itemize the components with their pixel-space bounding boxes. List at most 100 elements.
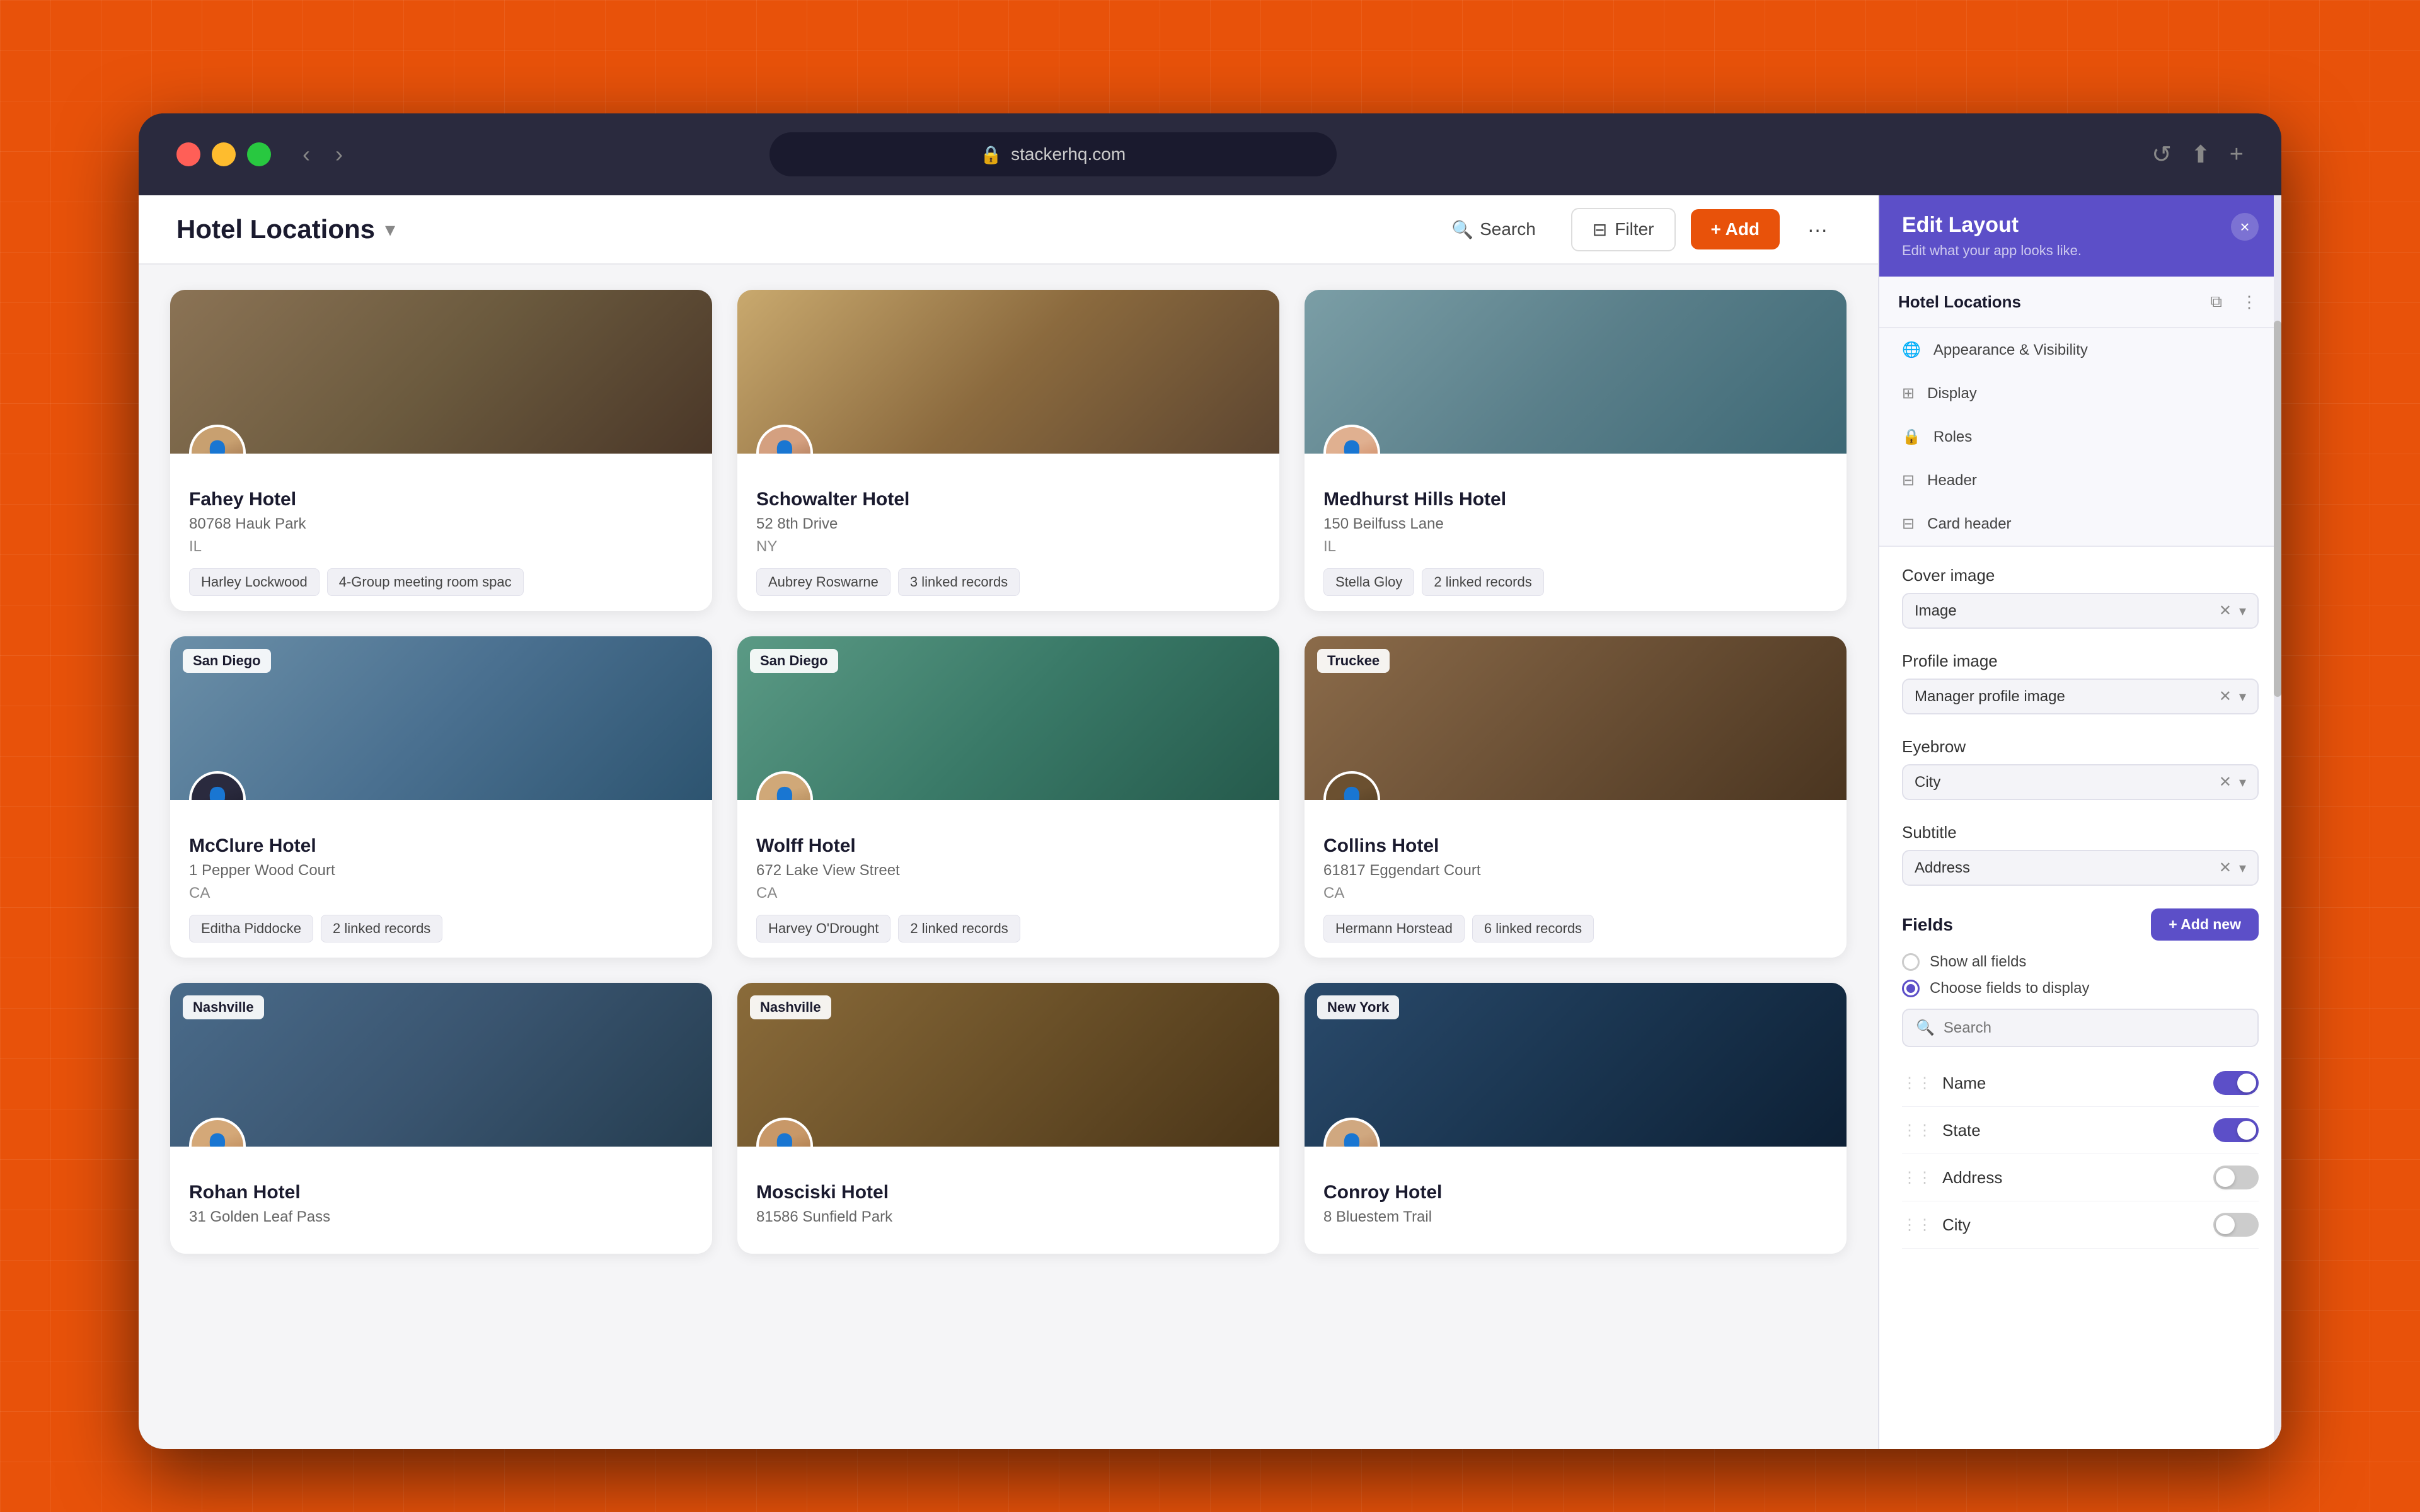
- fields-search-box[interactable]: 🔍: [1902, 1009, 2259, 1047]
- add-button[interactable]: + Add: [1691, 209, 1780, 249]
- profile-placeholder: 👤: [1326, 774, 1378, 800]
- show-all-fields-label: Show all fields: [1930, 953, 2026, 971]
- hotel-card-mcclure[interactable]: San Diego 👤 McClure Hotel 1 Pepper Wood …: [170, 636, 712, 958]
- show-all-fields-option[interactable]: Show all fields: [1902, 953, 2259, 971]
- menu-item-roles[interactable]: 🔒 Roles: [1879, 415, 2281, 459]
- globe-icon: 🌐: [1902, 341, 1921, 359]
- minimize-traffic-light[interactable]: [212, 142, 236, 166]
- panel-subtitle: Edit what your app looks like.: [1902, 243, 2082, 259]
- hotel-name: Fahey Hotel: [189, 489, 693, 510]
- hotel-card-conroy[interactable]: New York 👤 Conroy Hotel 8 Bluestem Trail: [1305, 983, 1847, 1254]
- browser-nav: ‹ ›: [296, 141, 349, 168]
- panel-copy-button[interactable]: ⧉: [2205, 289, 2227, 314]
- cover-image-section: Cover image Image ✕ ▾: [1902, 566, 2259, 629]
- drag-handle-city[interactable]: ⋮⋮: [1902, 1216, 1932, 1234]
- card-body: Fahey Hotel 80768 Hauk Park IL Harley Lo…: [170, 454, 712, 611]
- hotel-card-mosciski[interactable]: Nashville 👤 Mosciski Hotel 81586 Sunfiel…: [737, 983, 1279, 1254]
- app-header-left: Hotel Locations ▾: [176, 214, 395, 244]
- card-cover: San Diego 👤: [737, 636, 1279, 800]
- profile-placeholder: 👤: [1326, 1120, 1378, 1147]
- field-state-toggle[interactable]: [2213, 1118, 2259, 1142]
- filter-button[interactable]: ⊟ Filter: [1571, 208, 1676, 251]
- reload-button[interactable]: ↺: [2152, 140, 2172, 169]
- hotel-address: 672 Lake View Street: [756, 862, 1260, 879]
- url-text: stackerhq.com: [1011, 144, 1126, 164]
- close-traffic-light[interactable]: [176, 142, 200, 166]
- hotel-name: Collins Hotel: [1323, 835, 1828, 857]
- profile-image-clear-button[interactable]: ✕: [2219, 687, 2232, 706]
- subtitle-chevron-icon: ▾: [2239, 860, 2246, 876]
- card-profile-image: 👤: [189, 1118, 246, 1147]
- panel-scrollbar[interactable]: [2274, 195, 2281, 1449]
- field-city-toggle[interactable]: [2213, 1213, 2259, 1237]
- display-icon: ⊞: [1902, 384, 1915, 403]
- field-name-label: Name: [1942, 1074, 1986, 1093]
- profile-placeholder: 👤: [759, 427, 810, 454]
- new-tab-button[interactable]: +: [2230, 141, 2244, 168]
- cover-image-selector[interactable]: Image ✕ ▾: [1902, 593, 2259, 629]
- show-all-radio[interactable]: [1902, 953, 1920, 971]
- location-badge: Nashville: [750, 995, 831, 1019]
- location-badge: Nashville: [183, 995, 264, 1019]
- choose-fields-radio[interactable]: [1902, 980, 1920, 997]
- hotel-name: Schowalter Hotel: [756, 489, 1260, 510]
- cover-image-clear-button[interactable]: ✕: [2219, 602, 2232, 620]
- choose-fields-option[interactable]: Choose fields to display: [1902, 980, 2259, 997]
- panel-header: Edit Layout Edit what your app looks lik…: [1879, 195, 2281, 277]
- title-chevron-icon[interactable]: ▾: [385, 217, 395, 241]
- eyebrow-clear-button[interactable]: ✕: [2219, 773, 2232, 791]
- browser-window: ‹ › 🔒 stackerhq.com ↺ ⬆ + Hotel Location…: [139, 113, 2281, 1449]
- subtitle-selector[interactable]: Address ✕ ▾: [1902, 850, 2259, 886]
- field-state-toggle-knob: [2237, 1121, 2256, 1140]
- fields-search-input[interactable]: [1944, 1019, 2245, 1037]
- hotel-address: 150 Beilfuss Lane: [1323, 515, 1828, 533]
- menu-item-card-header[interactable]: ⊟ Card header: [1879, 502, 2281, 546]
- hotel-card-schowalter[interactable]: 👤 Schowalter Hotel 52 8th Drive NY Aubre…: [737, 290, 1279, 611]
- menu-item-header[interactable]: ⊟ Header: [1879, 459, 2281, 502]
- hotel-card-medhurst[interactable]: 👤 Medhurst Hills Hotel 150 Beilfuss Lane…: [1305, 290, 1847, 611]
- search-button[interactable]: 🔍 Search: [1431, 209, 1556, 250]
- manager-tag: Harvey O'Drought: [756, 915, 890, 942]
- card-tags: Harley Lockwood4-Group meeting room spac: [189, 568, 693, 596]
- hotel-card-fahey[interactable]: 👤 Fahey Hotel 80768 Hauk Park IL Harley …: [170, 290, 712, 611]
- drag-handle-address[interactable]: ⋮⋮: [1902, 1169, 1932, 1187]
- menu-item-display[interactable]: ⊞ Display: [1879, 372, 2281, 415]
- add-new-field-button[interactable]: + Add new: [2151, 908, 2259, 941]
- back-button[interactable]: ‹: [296, 141, 316, 168]
- hotel-card-collins[interactable]: Truckee 👤 Collins Hotel 61817 Eggendart …: [1305, 636, 1847, 958]
- hotel-address: 52 8th Drive: [756, 515, 1260, 533]
- field-address-label: Address: [1942, 1168, 2002, 1188]
- hotel-address: 8 Bluestem Trail: [1323, 1208, 1828, 1226]
- profile-placeholder: 👤: [759, 1120, 810, 1147]
- eyebrow-selector[interactable]: City ✕ ▾: [1902, 764, 2259, 800]
- app-header-right: 🔍 Search ⊟ Filter + Add ···: [1431, 208, 1840, 251]
- field-item-city-left: ⋮⋮ City: [1902, 1215, 1971, 1235]
- forward-button[interactable]: ›: [329, 141, 349, 168]
- more-button[interactable]: ···: [1795, 208, 1840, 251]
- card-body: Wolff Hotel 672 Lake View Street CA Harv…: [737, 800, 1279, 958]
- menu-item-card-header-label: Card header: [1927, 515, 2011, 533]
- drag-handle-name[interactable]: ⋮⋮: [1902, 1074, 1932, 1092]
- maximize-traffic-light[interactable]: [247, 142, 271, 166]
- field-name-toggle[interactable]: [2213, 1071, 2259, 1095]
- menu-item-appearance[interactable]: 🌐 Appearance & Visibility: [1879, 328, 2281, 372]
- profile-image-chevron-icon: ▾: [2239, 689, 2246, 705]
- profile-image-selector[interactable]: Manager profile image ✕ ▾: [1902, 679, 2259, 714]
- subtitle-clear-button[interactable]: ✕: [2219, 859, 2232, 877]
- subtitle-value: Address: [1915, 859, 2211, 877]
- menu-item-header-label: Header: [1927, 472, 1977, 490]
- address-bar[interactable]: 🔒 stackerhq.com: [769, 132, 1337, 176]
- field-address-toggle[interactable]: [2213, 1166, 2259, 1189]
- panel-options-button[interactable]: ⋮: [2236, 289, 2262, 314]
- record-tag: 6 linked records: [1472, 915, 1594, 942]
- location-badge: San Diego: [750, 649, 838, 673]
- card-cover: Nashville 👤: [737, 983, 1279, 1147]
- panel-close-button[interactable]: ×: [2231, 213, 2259, 241]
- record-tag: 4-Group meeting room spac: [327, 568, 524, 596]
- field-item-state: ⋮⋮ State: [1902, 1107, 2259, 1154]
- drag-handle-state[interactable]: ⋮⋮: [1902, 1121, 1932, 1140]
- eyebrow-value: City: [1915, 774, 2211, 791]
- share-button[interactable]: ⬆: [2191, 140, 2211, 169]
- hotel-card-rohan[interactable]: Nashville 👤 Rohan Hotel 31 Golden Leaf P…: [170, 983, 712, 1254]
- hotel-card-wolff[interactable]: San Diego 👤 Wolff Hotel 672 Lake View St…: [737, 636, 1279, 958]
